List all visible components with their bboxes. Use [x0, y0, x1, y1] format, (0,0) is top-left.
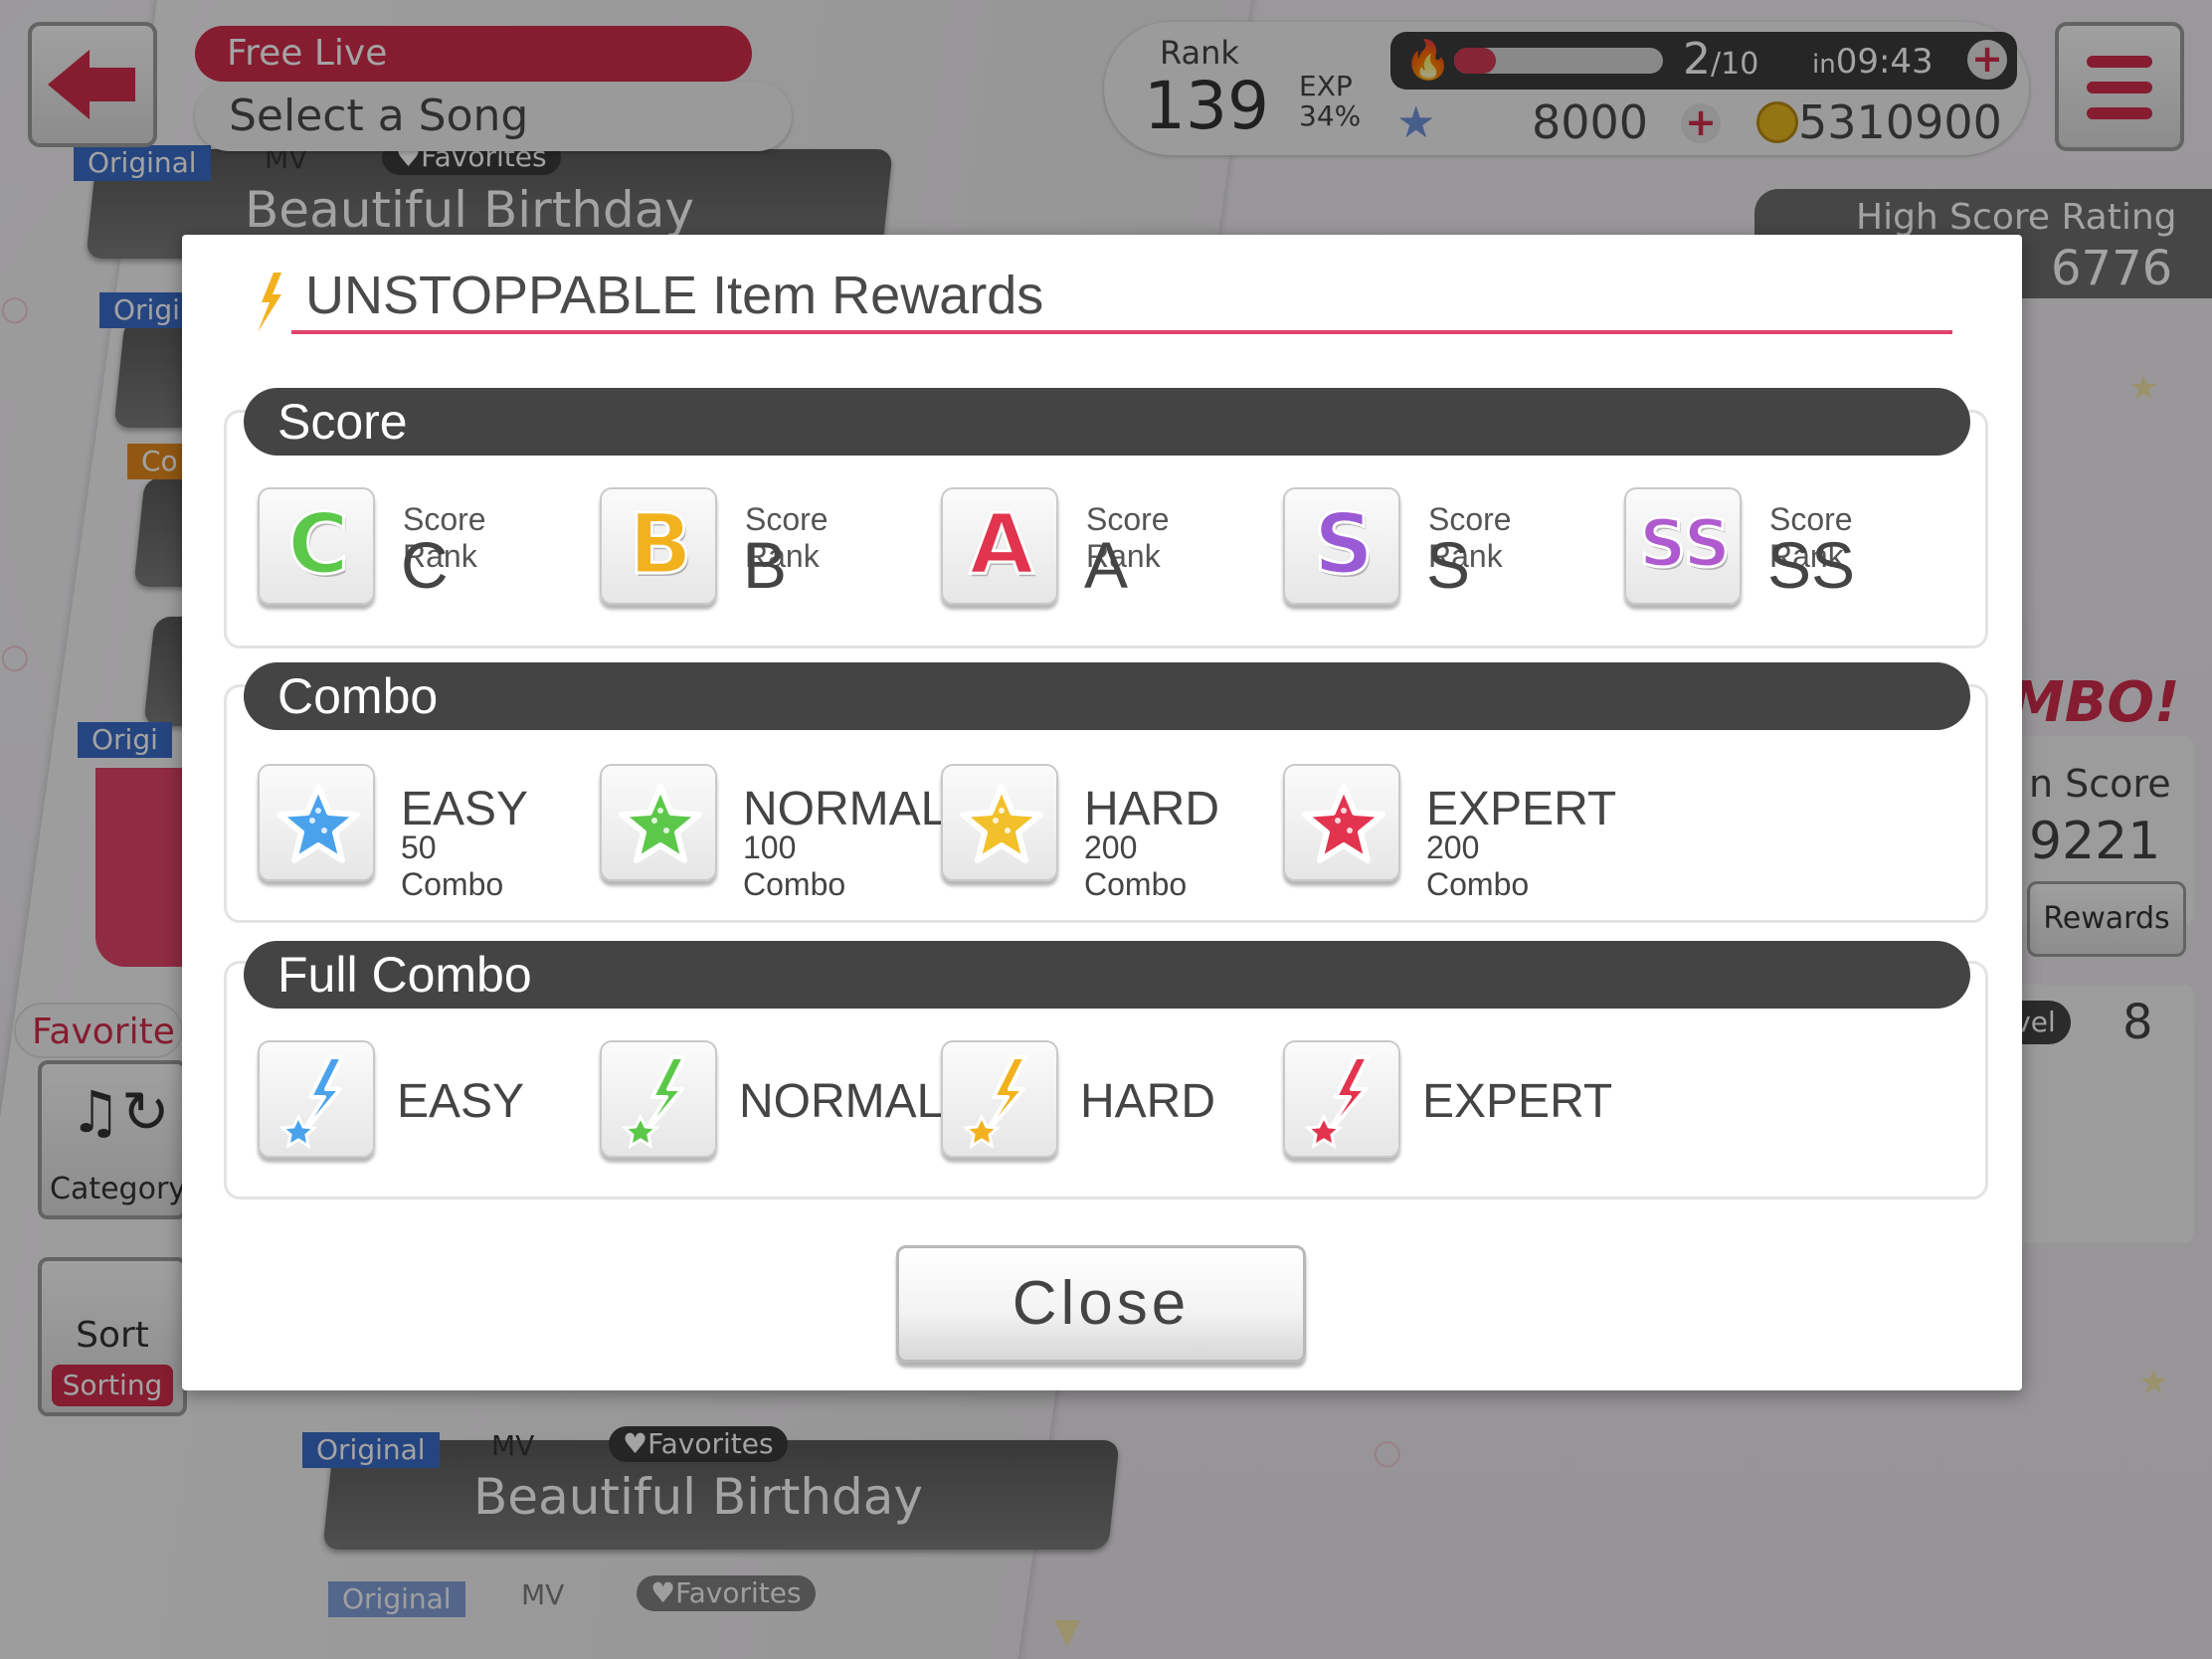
score-rank-a-icon: A: [941, 487, 1058, 605]
combo-requirement: 50 Combo: [401, 830, 504, 902]
score-rank-value: C: [401, 528, 449, 602]
full-combo-difficulty: NORMAL: [739, 1075, 944, 1128]
combo-difficulty: HARD: [1084, 783, 1220, 835]
dialog-title: UNSTOPPABLE Item Rewards: [305, 266, 1044, 325]
score-rank-s-icon: S: [1283, 487, 1400, 605]
score-rank-c-icon: C: [258, 487, 375, 605]
score-heading: Score: [244, 388, 1970, 456]
combo-difficulty: NORMAL: [743, 783, 948, 835]
bolt-icon: [258, 273, 281, 332]
combo-difficulty: EXPERT: [1426, 783, 1617, 835]
green-bolt-icon: [600, 1040, 717, 1158]
full-combo-heading: Full Combo: [244, 941, 1970, 1009]
full-combo-difficulty: EASY: [397, 1075, 525, 1128]
score-rank-value: SS: [1767, 528, 1856, 602]
full-combo-difficulty: HARD: [1080, 1075, 1216, 1128]
title-underline: [291, 330, 1952, 334]
red-star-icon: [1283, 764, 1400, 881]
combo-requirement: 100 Combo: [743, 830, 846, 902]
score-rank-ss-icon: SS: [1624, 487, 1742, 605]
close-button[interactable]: Close: [896, 1245, 1306, 1363]
blue-bolt-icon: [258, 1040, 375, 1158]
item-rewards-dialog: UNSTOPPABLE Item Rewards Score C Score Ra…: [182, 235, 2022, 1390]
blue-star-icon: [258, 764, 375, 881]
score-rank-value: B: [743, 528, 788, 602]
combo-difficulty: EASY: [401, 783, 529, 835]
score-rank-b-icon: B: [600, 487, 717, 605]
full-combo-difficulty: EXPERT: [1422, 1075, 1613, 1128]
score-rank-value: A: [1084, 528, 1129, 602]
combo-requirement: 200 Combo: [1426, 830, 1530, 902]
yellow-star-icon: [941, 764, 1058, 881]
combo-requirement: 200 Combo: [1084, 830, 1188, 902]
green-star-icon: [600, 764, 717, 881]
red-bolt-icon: [1283, 1040, 1400, 1158]
yellow-bolt-icon: [941, 1040, 1058, 1158]
score-rank-value: S: [1426, 528, 1471, 602]
combo-heading: Combo: [244, 662, 1970, 730]
